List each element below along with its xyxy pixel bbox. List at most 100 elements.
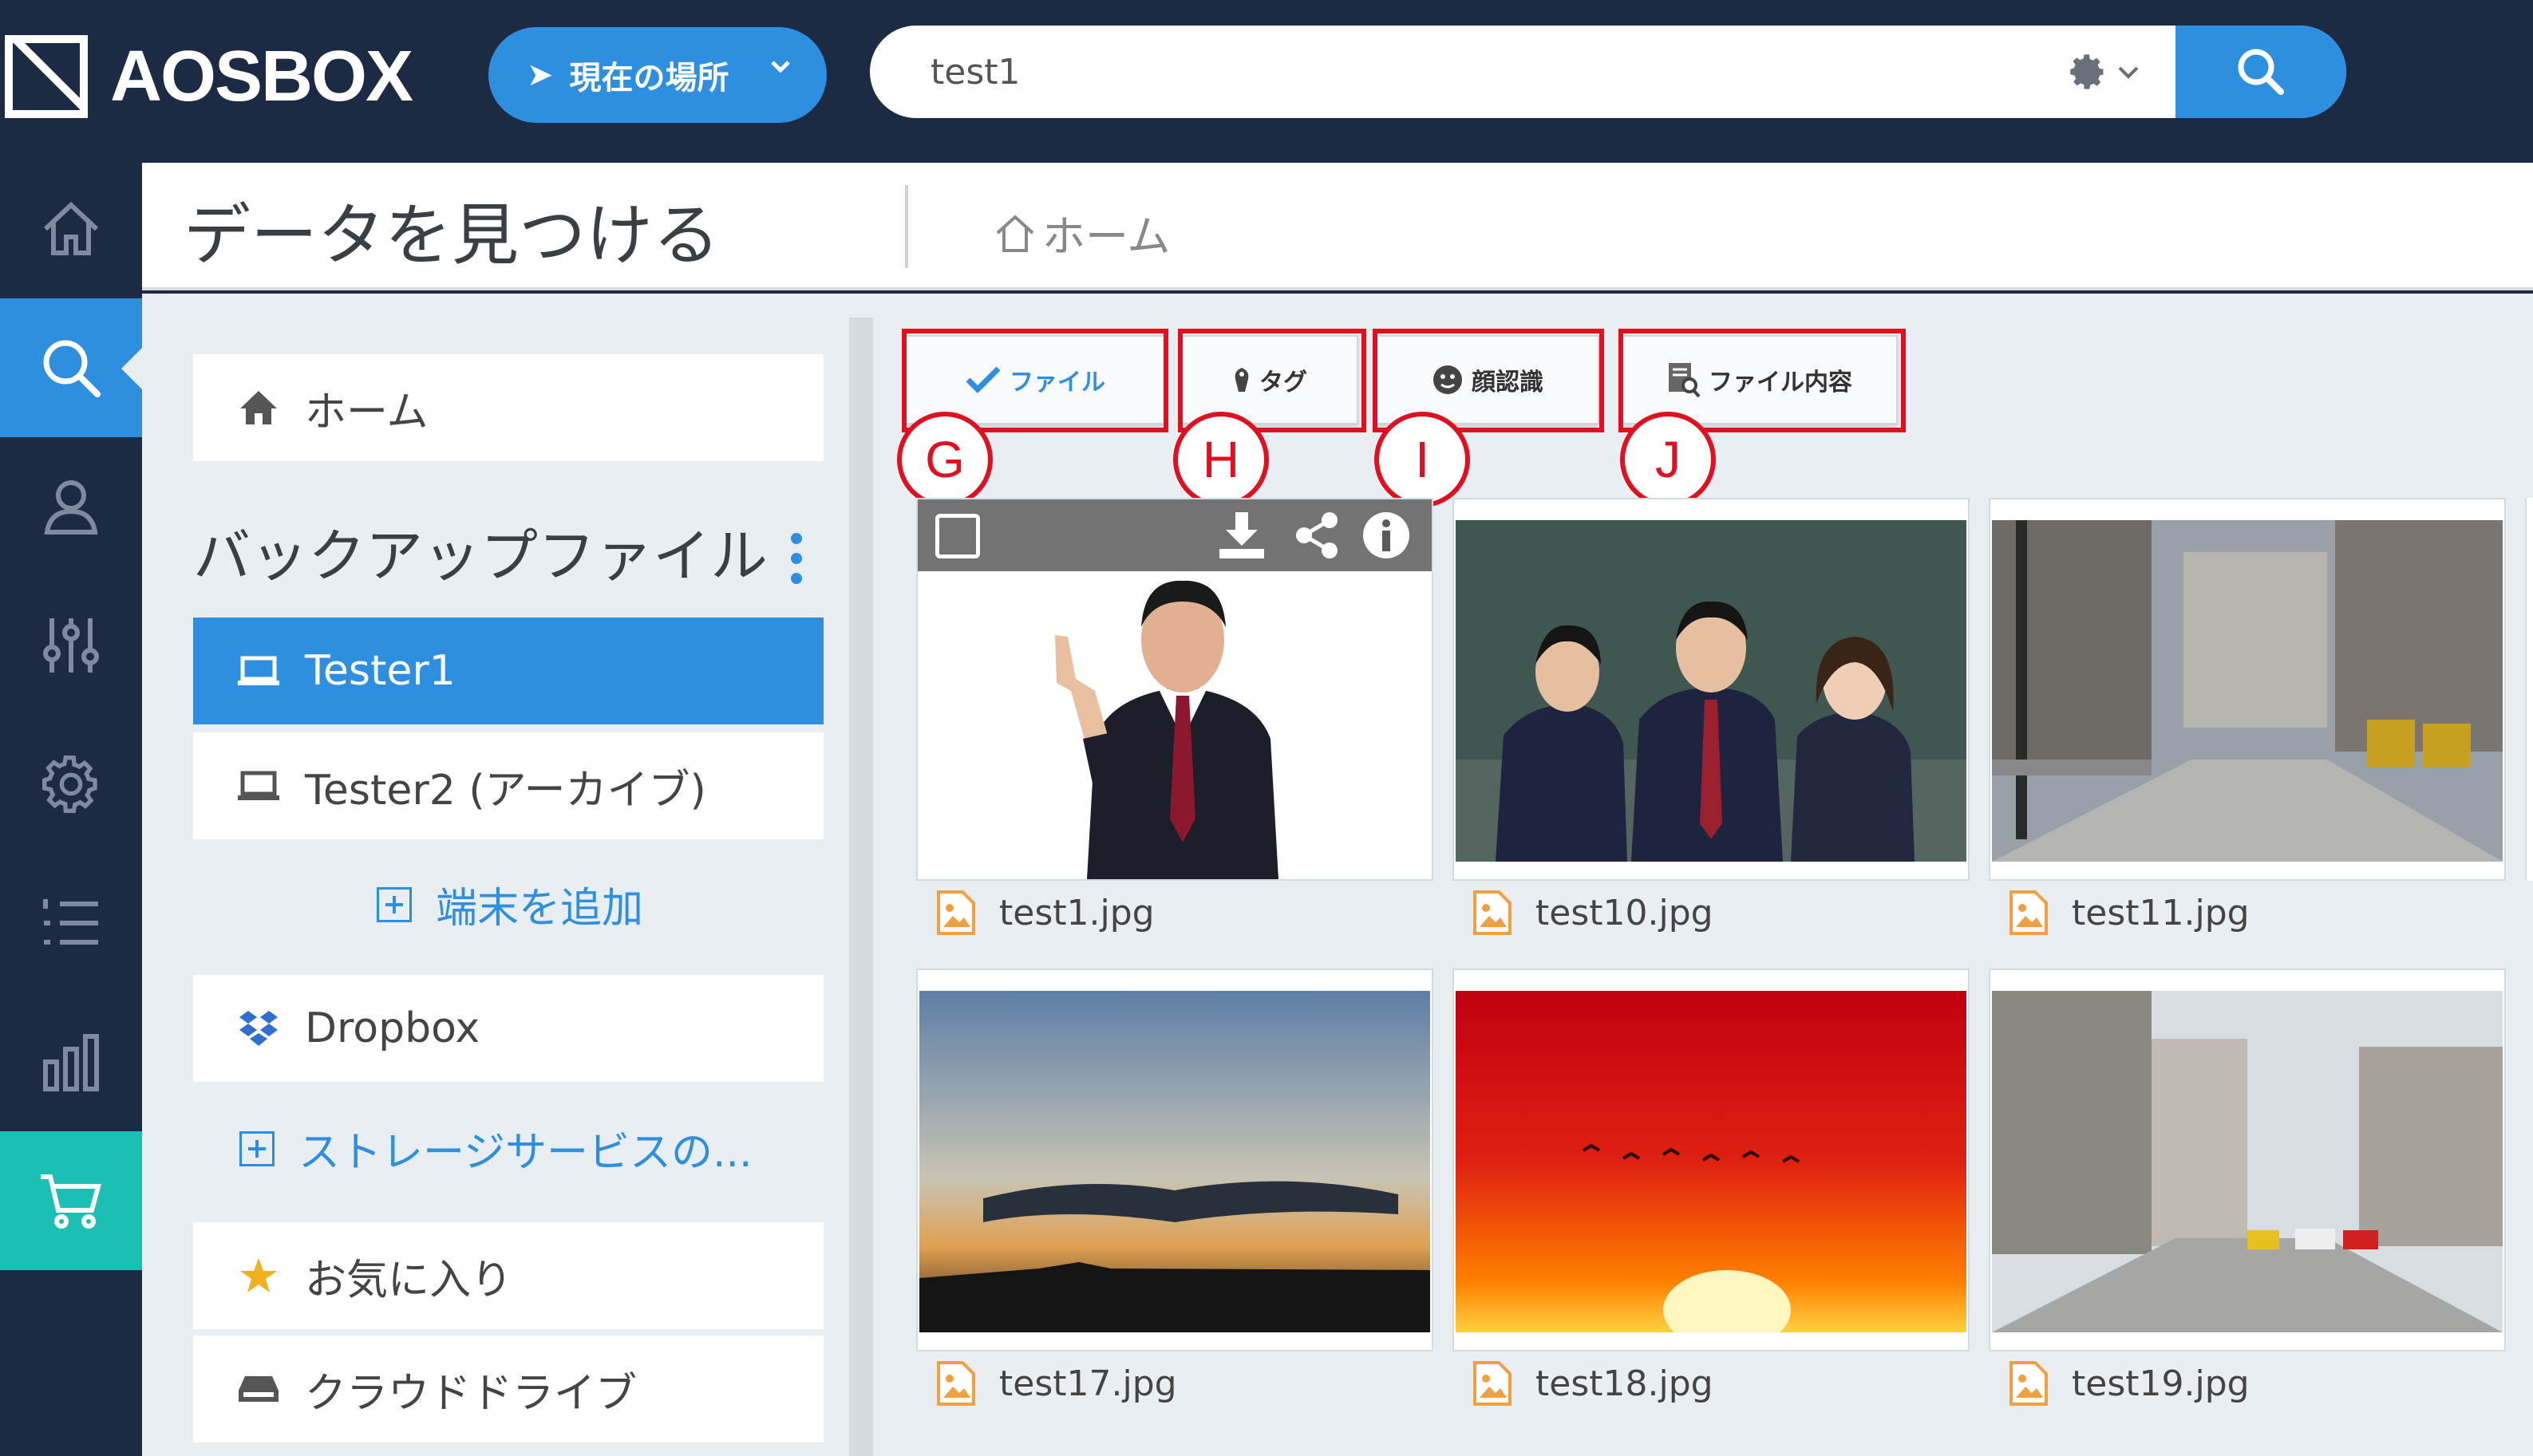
add-device-link[interactable]: 端末を追加 [377, 874, 643, 934]
nav-home[interactable] [0, 160, 142, 298]
nav-users[interactable] [0, 437, 142, 576]
sidebar-item-cloud-drive[interactable]: クラウドドライブ [193, 1336, 824, 1442]
annotation-marker-j: J [1620, 412, 1716, 507]
file-thumbnail [1456, 520, 1966, 862]
top-bar: AOSBOX ➤ 現在の場所 [0, 0, 2533, 160]
select-checkbox[interactable] [935, 514, 980, 558]
page-title: データを見つける [184, 196, 721, 274]
header-divider [905, 185, 908, 268]
cart-icon [41, 1174, 101, 1229]
file-caption[interactable]: test18.jpg [1473, 1361, 1713, 1406]
sidebar-item-device-2[interactable]: Tester2 (アーカイブ) [193, 732, 824, 839]
info-icon[interactable] [1361, 511, 1411, 563]
nav-filters[interactable] [0, 576, 142, 715]
file-name: test18.jpg [1535, 1363, 1713, 1404]
image-file-icon [1473, 890, 1512, 935]
sidebar-item-label: ホーム [305, 388, 429, 436]
annotation-marker-g: G [897, 412, 993, 507]
file-name: test10.jpg [1535, 892, 1713, 933]
file-tile[interactable] [1452, 969, 1970, 1351]
file-tile[interactable] [1452, 498, 1970, 881]
nav-cart[interactable] [0, 1131, 142, 1270]
nav-list[interactable] [0, 854, 142, 992]
nav-settings[interactable] [0, 715, 142, 854]
sidebar-item-favorites[interactable]: お気に入り [193, 1222, 824, 1329]
file-thumbnail [1992, 991, 2503, 1332]
gear-icon [2070, 54, 2104, 89]
gear-icon [42, 756, 97, 813]
annotation-marker-h: H [1173, 412, 1269, 507]
search-icon [2238, 49, 2284, 95]
search-bar [870, 26, 2346, 118]
file-caption[interactable]: test11.jpg [2009, 890, 2250, 935]
bar-chart-icon [43, 1034, 99, 1091]
breadcrumb-home: ホーム [1042, 211, 1171, 262]
file-name: test1.jpg [999, 892, 1155, 933]
current-location-label: 現在の場所 [569, 60, 729, 97]
left-nav [0, 160, 142, 1456]
breadcrumb[interactable]: ホーム [993, 201, 1170, 264]
sidebar-item-device-1[interactable]: Tester1 [193, 618, 824, 724]
add-storage-link[interactable]: ストレージサービスの... [239, 1119, 753, 1178]
plus-square-icon [377, 886, 412, 922]
file-tile[interactable] [916, 498, 1433, 881]
sidebar-item-home[interactable]: ホーム [193, 354, 824, 461]
main-area: ホーム バックアップファイル Tester1 Tester2 (アーカイブ) 端… [142, 294, 2533, 1456]
home-icon [43, 201, 99, 255]
file-thumbnail [1992, 520, 2503, 862]
file-thumbnail [919, 991, 1430, 1332]
image-file-icon [1473, 1361, 1512, 1406]
file-tile[interactable] [916, 969, 1433, 1351]
image-file-icon [2009, 890, 2048, 935]
logo-mark-icon [5, 35, 88, 118]
nav-reports[interactable] [0, 992, 142, 1131]
add-device-label: 端末を追加 [436, 885, 644, 933]
annotation-marker-i: I [1374, 412, 1470, 507]
file-thumbnail [1456, 991, 1966, 1332]
sidebar: ホーム バックアップファイル Tester1 Tester2 (アーカイブ) 端… [142, 294, 873, 1456]
sidebar-item-label: Tester2 (アーカイブ) [305, 766, 706, 815]
file-tile[interactable] [1989, 498, 2506, 881]
file-name: test17.jpg [999, 1363, 1177, 1404]
search-input[interactable] [931, 45, 2048, 99]
page-header: データを見つける ホーム [142, 163, 2533, 290]
file-caption[interactable]: test19.jpg [2009, 1361, 2250, 1406]
laptop-icon [236, 655, 281, 687]
laptop-icon [236, 770, 281, 802]
drive-icon [236, 1373, 281, 1405]
image-file-icon [937, 890, 975, 935]
dropbox-icon [236, 1009, 281, 1048]
image-file-icon [2009, 1361, 2048, 1406]
sidebar-item-dropbox[interactable]: Dropbox [193, 975, 824, 1082]
search-icon [43, 340, 101, 397]
home-icon [236, 389, 281, 426]
users-icon [44, 480, 98, 535]
file-caption[interactable]: test1.jpg [937, 890, 1155, 935]
download-icon[interactable] [1218, 511, 1266, 563]
chevron-down-icon [769, 51, 792, 91]
section-title: バックアップファイル [193, 523, 769, 590]
star-icon [236, 1257, 281, 1295]
home-icon [996, 214, 1034, 252]
sidebar-item-label: Tester1 [305, 647, 456, 695]
nav-search[interactable] [0, 298, 142, 437]
file-name: test11.jpg [2072, 892, 2250, 933]
tile-toolbar [918, 499, 1432, 571]
share-icon[interactable] [1293, 511, 1341, 563]
file-caption[interactable]: test17.jpg [937, 1361, 1177, 1406]
file-name: test19.jpg [2072, 1363, 2250, 1404]
logo[interactable]: AOSBOX [5, 35, 413, 118]
file-tile[interactable] [1989, 969, 2506, 1351]
sidebar-item-label: Dropbox [305, 1004, 480, 1052]
sidebar-item-label: クラウドドライブ [305, 1369, 638, 1418]
sidebar-scrollbar[interactable] [849, 318, 873, 1456]
plus-square-icon [239, 1130, 275, 1166]
more-options-icon[interactable] [788, 533, 804, 584]
current-location-button[interactable]: ➤ 現在の場所 [488, 27, 827, 123]
file-tile-partial [2525, 498, 2533, 881]
search-button[interactable] [2175, 26, 2346, 118]
image-file-icon [937, 1361, 975, 1406]
logo-text: AOSBOX [110, 36, 413, 116]
file-caption[interactable]: test10.jpg [1473, 890, 1713, 935]
add-storage-label: ストレージサービスの... [298, 1129, 753, 1177]
